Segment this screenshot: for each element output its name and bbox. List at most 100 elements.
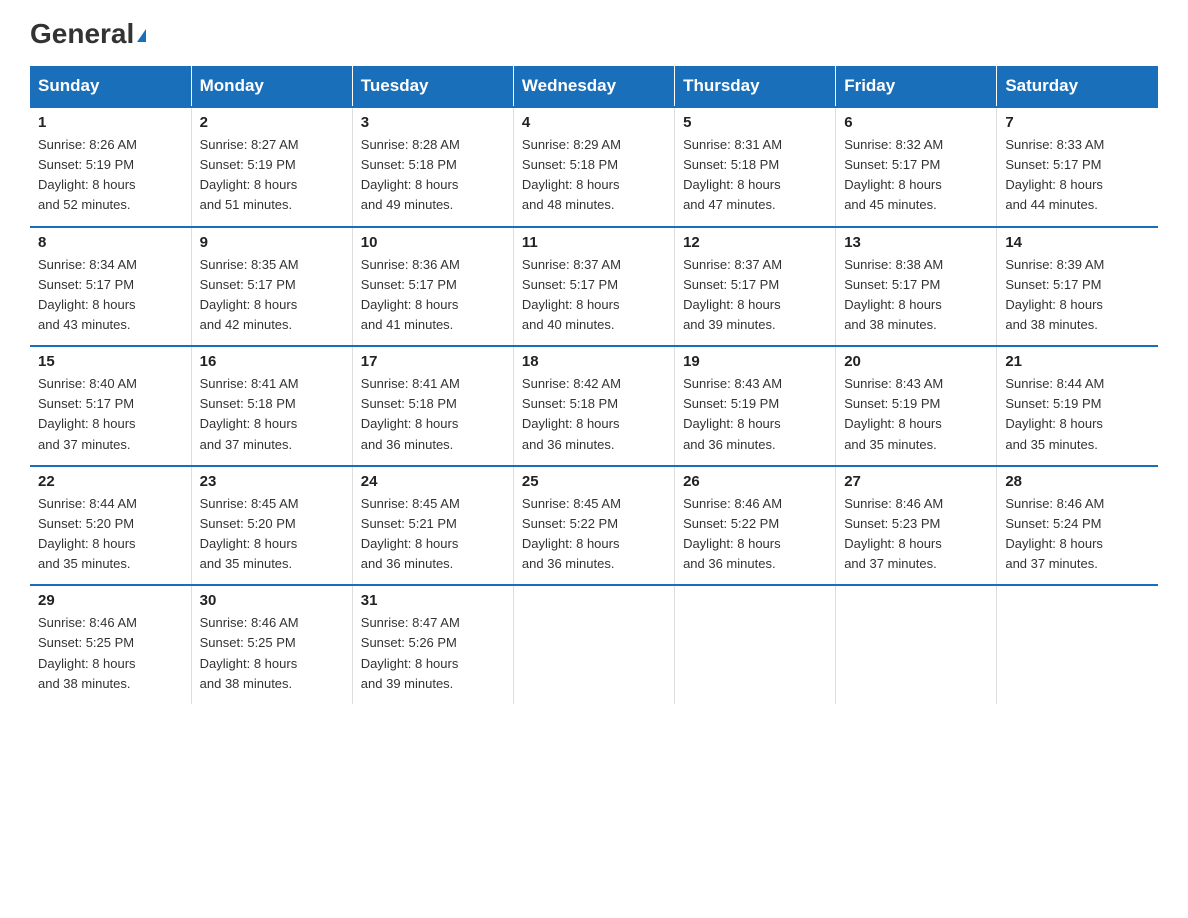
day-number: 27	[844, 473, 988, 490]
day-info: Sunrise: 8:38 AMSunset: 5:17 PMDaylight:…	[844, 255, 988, 336]
day-number: 6	[844, 114, 988, 131]
calendar-day-cell: 25 Sunrise: 8:45 AMSunset: 5:22 PMDaylig…	[513, 466, 674, 586]
calendar-week-row: 8 Sunrise: 8:34 AMSunset: 5:17 PMDayligh…	[30, 227, 1158, 347]
day-number: 8	[38, 234, 183, 251]
calendar-day-cell: 6 Sunrise: 8:32 AMSunset: 5:17 PMDayligh…	[836, 107, 997, 227]
day-number: 10	[361, 234, 505, 251]
day-number: 24	[361, 473, 505, 490]
day-info: Sunrise: 8:27 AMSunset: 5:19 PMDaylight:…	[200, 135, 344, 216]
day-info: Sunrise: 8:39 AMSunset: 5:17 PMDaylight:…	[1005, 255, 1150, 336]
day-info: Sunrise: 8:35 AMSunset: 5:17 PMDaylight:…	[200, 255, 344, 336]
calendar-day-cell: 22 Sunrise: 8:44 AMSunset: 5:20 PMDaylig…	[30, 466, 191, 586]
day-number: 19	[683, 353, 827, 370]
day-number: 13	[844, 234, 988, 251]
day-info: Sunrise: 8:46 AMSunset: 5:23 PMDaylight:…	[844, 494, 988, 575]
day-number: 31	[361, 592, 505, 609]
calendar-day-cell: 28 Sunrise: 8:46 AMSunset: 5:24 PMDaylig…	[997, 466, 1158, 586]
page-header: General	[30, 20, 1158, 46]
calendar-day-cell: 5 Sunrise: 8:31 AMSunset: 5:18 PMDayligh…	[675, 107, 836, 227]
day-number: 29	[38, 592, 183, 609]
calendar-day-cell	[836, 585, 997, 704]
calendar-day-cell: 10 Sunrise: 8:36 AMSunset: 5:17 PMDaylig…	[352, 227, 513, 347]
calendar-day-cell: 2 Sunrise: 8:27 AMSunset: 5:19 PMDayligh…	[191, 107, 352, 227]
weekday-header: Tuesday	[352, 66, 513, 107]
day-number: 7	[1005, 114, 1150, 131]
calendar-day-cell: 15 Sunrise: 8:40 AMSunset: 5:17 PMDaylig…	[30, 346, 191, 466]
day-number: 17	[361, 353, 505, 370]
calendar-day-cell: 16 Sunrise: 8:41 AMSunset: 5:18 PMDaylig…	[191, 346, 352, 466]
day-number: 14	[1005, 234, 1150, 251]
day-number: 25	[522, 473, 666, 490]
day-info: Sunrise: 8:42 AMSunset: 5:18 PMDaylight:…	[522, 374, 666, 455]
calendar-week-row: 29 Sunrise: 8:46 AMSunset: 5:25 PMDaylig…	[30, 585, 1158, 704]
weekday-header: Friday	[836, 66, 997, 107]
calendar-day-cell: 1 Sunrise: 8:26 AMSunset: 5:19 PMDayligh…	[30, 107, 191, 227]
calendar-day-cell: 26 Sunrise: 8:46 AMSunset: 5:22 PMDaylig…	[675, 466, 836, 586]
day-info: Sunrise: 8:36 AMSunset: 5:17 PMDaylight:…	[361, 255, 505, 336]
day-info: Sunrise: 8:43 AMSunset: 5:19 PMDaylight:…	[683, 374, 827, 455]
day-number: 9	[200, 234, 344, 251]
calendar-day-cell: 7 Sunrise: 8:33 AMSunset: 5:17 PMDayligh…	[997, 107, 1158, 227]
calendar-day-cell: 19 Sunrise: 8:43 AMSunset: 5:19 PMDaylig…	[675, 346, 836, 466]
calendar-day-cell	[513, 585, 674, 704]
calendar-body: 1 Sunrise: 8:26 AMSunset: 5:19 PMDayligh…	[30, 107, 1158, 704]
weekday-header: Thursday	[675, 66, 836, 107]
calendar-day-cell: 27 Sunrise: 8:46 AMSunset: 5:23 PMDaylig…	[836, 466, 997, 586]
calendar-day-cell: 9 Sunrise: 8:35 AMSunset: 5:17 PMDayligh…	[191, 227, 352, 347]
day-info: Sunrise: 8:37 AMSunset: 5:17 PMDaylight:…	[522, 255, 666, 336]
day-number: 5	[683, 114, 827, 131]
day-number: 16	[200, 353, 344, 370]
day-info: Sunrise: 8:31 AMSunset: 5:18 PMDaylight:…	[683, 135, 827, 216]
day-info: Sunrise: 8:28 AMSunset: 5:18 PMDaylight:…	[361, 135, 505, 216]
day-info: Sunrise: 8:33 AMSunset: 5:17 PMDaylight:…	[1005, 135, 1150, 216]
calendar-day-cell: 3 Sunrise: 8:28 AMSunset: 5:18 PMDayligh…	[352, 107, 513, 227]
calendar-day-cell: 23 Sunrise: 8:45 AMSunset: 5:20 PMDaylig…	[191, 466, 352, 586]
calendar-day-cell: 31 Sunrise: 8:47 AMSunset: 5:26 PMDaylig…	[352, 585, 513, 704]
day-number: 11	[522, 234, 666, 251]
day-number: 22	[38, 473, 183, 490]
weekday-header: Sunday	[30, 66, 191, 107]
day-info: Sunrise: 8:47 AMSunset: 5:26 PMDaylight:…	[361, 613, 505, 694]
day-info: Sunrise: 8:37 AMSunset: 5:17 PMDaylight:…	[683, 255, 827, 336]
day-number: 1	[38, 114, 183, 131]
calendar-day-cell: 21 Sunrise: 8:44 AMSunset: 5:19 PMDaylig…	[997, 346, 1158, 466]
calendar-table: SundayMondayTuesdayWednesdayThursdayFrid…	[30, 66, 1158, 704]
calendar-day-cell	[675, 585, 836, 704]
day-info: Sunrise: 8:41 AMSunset: 5:18 PMDaylight:…	[361, 374, 505, 455]
calendar-header: SundayMondayTuesdayWednesdayThursdayFrid…	[30, 66, 1158, 107]
calendar-day-cell: 11 Sunrise: 8:37 AMSunset: 5:17 PMDaylig…	[513, 227, 674, 347]
day-number: 30	[200, 592, 344, 609]
weekday-header: Saturday	[997, 66, 1158, 107]
day-info: Sunrise: 8:41 AMSunset: 5:18 PMDaylight:…	[200, 374, 344, 455]
day-number: 28	[1005, 473, 1150, 490]
weekday-header: Wednesday	[513, 66, 674, 107]
day-info: Sunrise: 8:46 AMSunset: 5:25 PMDaylight:…	[38, 613, 183, 694]
day-number: 18	[522, 353, 666, 370]
day-info: Sunrise: 8:40 AMSunset: 5:17 PMDaylight:…	[38, 374, 183, 455]
day-info: Sunrise: 8:45 AMSunset: 5:22 PMDaylight:…	[522, 494, 666, 575]
calendar-day-cell: 12 Sunrise: 8:37 AMSunset: 5:17 PMDaylig…	[675, 227, 836, 347]
day-number: 15	[38, 353, 183, 370]
day-info: Sunrise: 8:29 AMSunset: 5:18 PMDaylight:…	[522, 135, 666, 216]
day-info: Sunrise: 8:44 AMSunset: 5:19 PMDaylight:…	[1005, 374, 1150, 455]
day-info: Sunrise: 8:43 AMSunset: 5:19 PMDaylight:…	[844, 374, 988, 455]
logo-text: General	[30, 20, 146, 48]
day-info: Sunrise: 8:26 AMSunset: 5:19 PMDaylight:…	[38, 135, 183, 216]
calendar-day-cell: 29 Sunrise: 8:46 AMSunset: 5:25 PMDaylig…	[30, 585, 191, 704]
day-number: 3	[361, 114, 505, 131]
day-info: Sunrise: 8:44 AMSunset: 5:20 PMDaylight:…	[38, 494, 183, 575]
day-number: 12	[683, 234, 827, 251]
day-info: Sunrise: 8:45 AMSunset: 5:20 PMDaylight:…	[200, 494, 344, 575]
day-info: Sunrise: 8:46 AMSunset: 5:22 PMDaylight:…	[683, 494, 827, 575]
calendar-day-cell	[997, 585, 1158, 704]
day-number: 20	[844, 353, 988, 370]
calendar-week-row: 1 Sunrise: 8:26 AMSunset: 5:19 PMDayligh…	[30, 107, 1158, 227]
day-info: Sunrise: 8:32 AMSunset: 5:17 PMDaylight:…	[844, 135, 988, 216]
calendar-week-row: 15 Sunrise: 8:40 AMSunset: 5:17 PMDaylig…	[30, 346, 1158, 466]
day-info: Sunrise: 8:45 AMSunset: 5:21 PMDaylight:…	[361, 494, 505, 575]
calendar-day-cell: 14 Sunrise: 8:39 AMSunset: 5:17 PMDaylig…	[997, 227, 1158, 347]
logo: General	[30, 20, 146, 46]
calendar-day-cell: 8 Sunrise: 8:34 AMSunset: 5:17 PMDayligh…	[30, 227, 191, 347]
calendar-day-cell: 20 Sunrise: 8:43 AMSunset: 5:19 PMDaylig…	[836, 346, 997, 466]
calendar-week-row: 22 Sunrise: 8:44 AMSunset: 5:20 PMDaylig…	[30, 466, 1158, 586]
